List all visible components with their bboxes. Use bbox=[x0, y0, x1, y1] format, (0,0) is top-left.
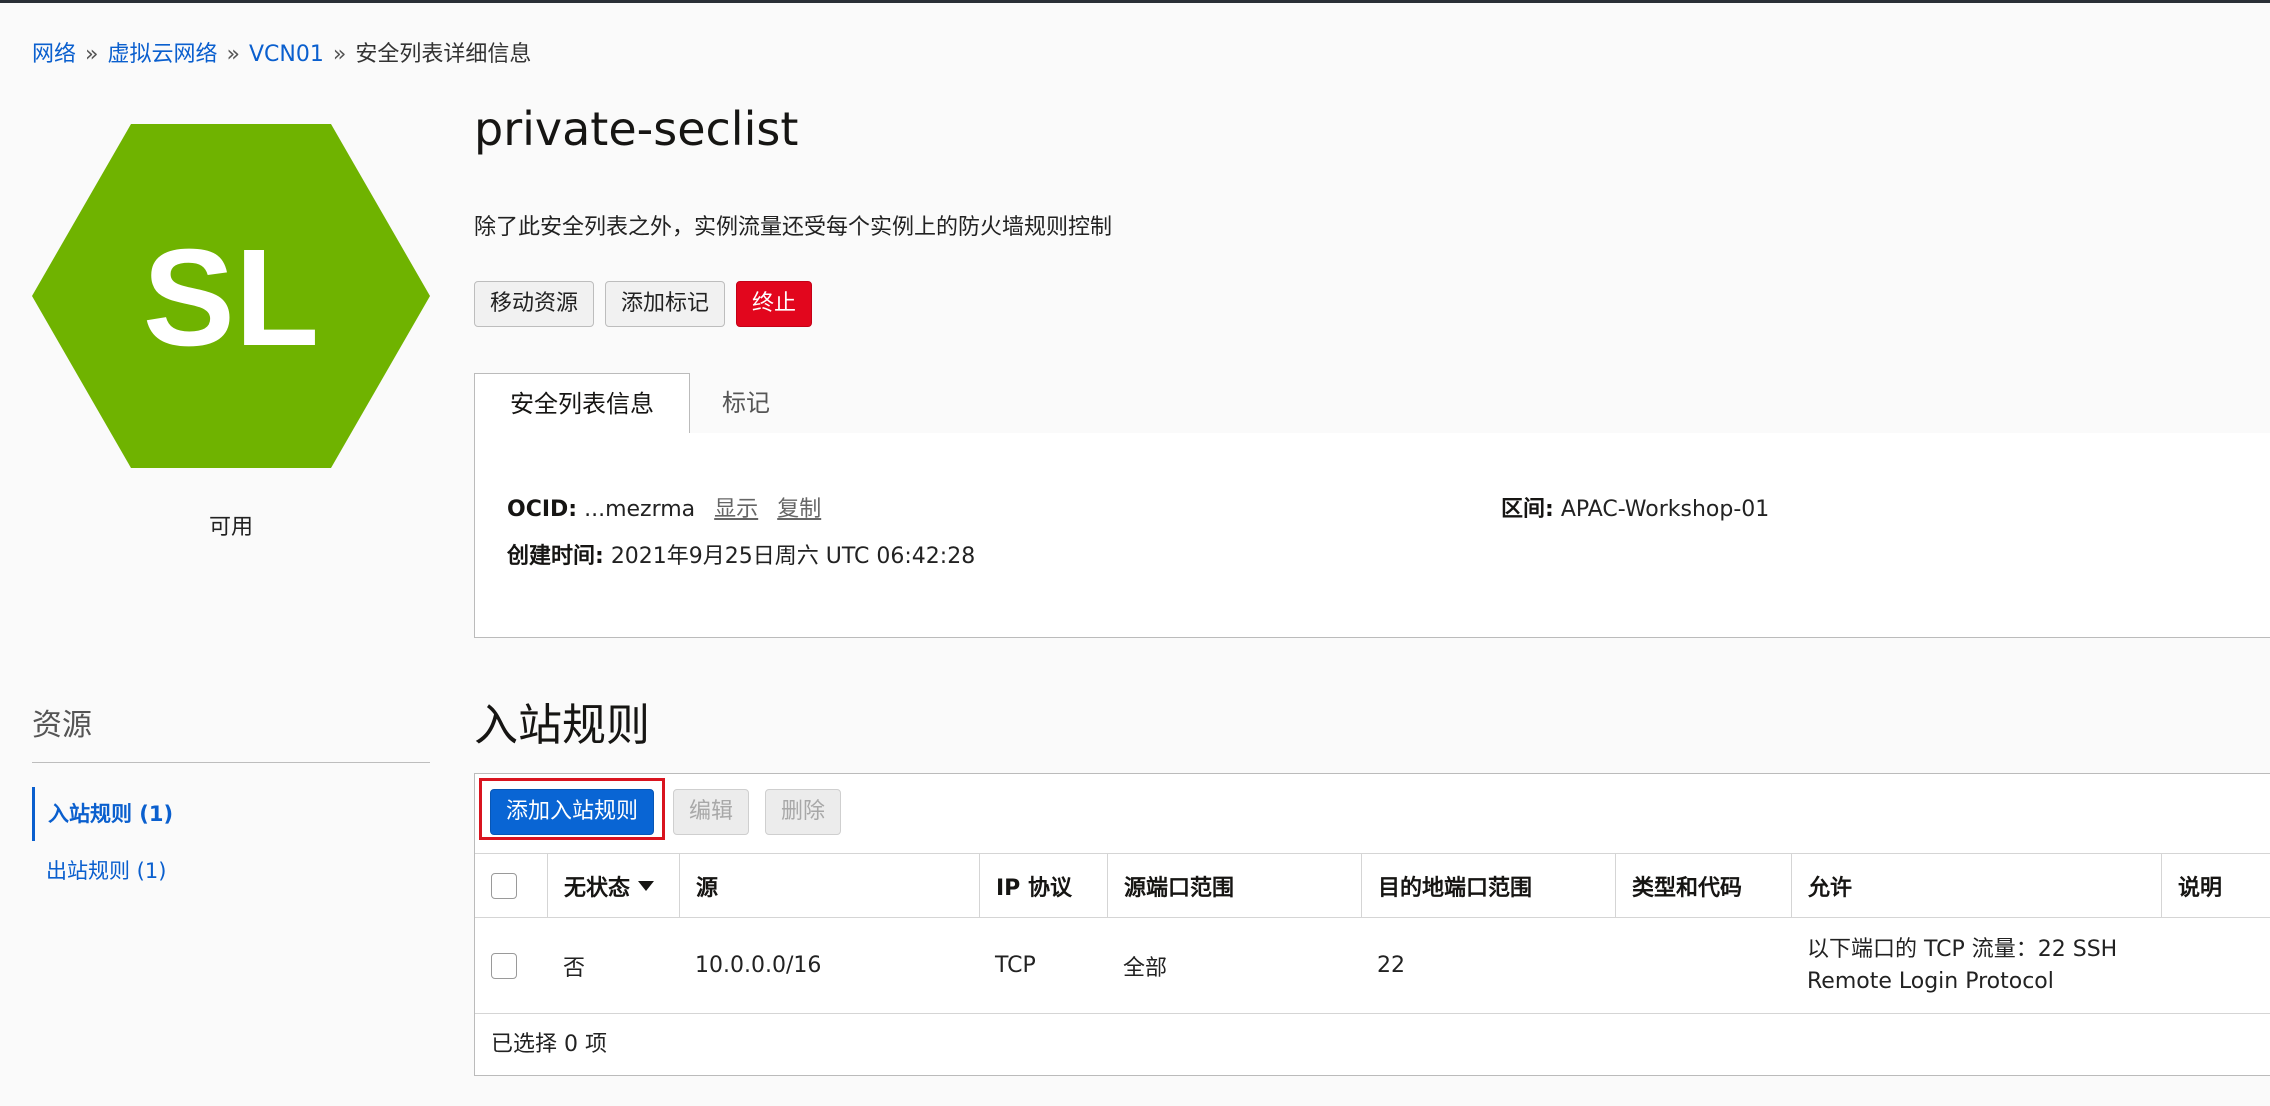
ingress-rules-table: 添加入站规则 编辑 删除 无状态 源 IP 协议 源端口范围 目的地端口范围 类… bbox=[474, 773, 2270, 1076]
security-list-info-panel: OCID: ...mezrma 显示 复制 创建时间: 2021年9月25日周六… bbox=[474, 433, 2270, 638]
table-row: 否 10.0.0.0/16 TCP 全部 22 以下端口的 TCP 流量：22 … bbox=[475, 918, 2270, 1014]
compartment-row: 区间: APAC-Workshop-01 bbox=[1501, 491, 1769, 523]
cell-stateless: 否 bbox=[563, 955, 586, 981]
page-subtitle: 除了此安全列表之外，实例流量还受每个实例上的防火墙规则控制 bbox=[474, 215, 1113, 240]
edit-button[interactable]: 编辑 bbox=[673, 789, 750, 835]
header-checkbox-cell bbox=[475, 854, 547, 917]
breadcrumb-separator: » bbox=[226, 42, 240, 67]
sort-descending-icon bbox=[638, 880, 655, 891]
selection-count: 已选择 0 项 bbox=[491, 1032, 607, 1057]
row-checkbox[interactable] bbox=[491, 952, 517, 979]
ingress-rules-heading: 入站规则 bbox=[474, 700, 650, 751]
cell-source-port-range: 全部 bbox=[1123, 955, 1168, 981]
breadcrumb-separator: » bbox=[332, 42, 347, 67]
column-destination-port-range: 目的地端口范围 bbox=[1361, 854, 1615, 917]
lifecycle-status: 可用 bbox=[208, 515, 253, 540]
column-allows: 允许 bbox=[1791, 854, 2161, 917]
terminate-button[interactable]: 终止 bbox=[736, 281, 813, 327]
column-source: 源 bbox=[679, 854, 979, 917]
row-checkbox-cell bbox=[475, 918, 547, 1013]
show-ocid-link[interactable]: 显示 bbox=[714, 497, 758, 522]
created-row: 创建时间: 2021年9月25日周六 UTC 06:42:28 bbox=[507, 538, 975, 570]
column-description: 说明 bbox=[2161, 854, 2270, 917]
column-stateless-label: 无状态 bbox=[564, 875, 631, 901]
add-tags-button[interactable]: 添加标记 bbox=[605, 281, 726, 327]
cell-destination-port-range: 22 bbox=[1377, 953, 1405, 978]
cell-description bbox=[2161, 918, 2270, 1013]
sidebar-item-egress-rules[interactable]: 出站规则 (1) bbox=[32, 844, 430, 898]
select-all-checkbox[interactable] bbox=[491, 872, 517, 899]
tab-tags[interactable]: 标记 bbox=[722, 373, 770, 433]
cell-allows: 以下端口的 TCP 流量：22 SSH Remote Login Protoco… bbox=[1807, 936, 2118, 994]
breadcrumb-separator: » bbox=[85, 42, 99, 67]
created-value: 2021年9月25日周六 UTC 06:42:28 bbox=[610, 544, 976, 569]
compartment-value: APAC-Workshop-01 bbox=[1560, 497, 1770, 522]
top-border bbox=[0, 0, 2270, 3]
resources-heading: 资源 bbox=[32, 708, 92, 743]
column-source-port-range: 源端口范围 bbox=[1107, 854, 1361, 917]
column-ip-protocol: IP 协议 bbox=[979, 854, 1107, 917]
table-header: 无状态 源 IP 协议 源端口范围 目的地端口范围 类型和代码 允许 说明 bbox=[475, 854, 2270, 918]
move-resource-button[interactable]: 移动资源 bbox=[474, 281, 595, 327]
breadcrumb-link-networking[interactable]: 网络 bbox=[32, 42, 76, 67]
cell-type-and-code bbox=[1615, 918, 1791, 1013]
cell-ip-protocol: TCP bbox=[995, 953, 1036, 978]
detail-tabs: 安全列表信息 标记 bbox=[474, 373, 2270, 434]
created-label: 创建时间: bbox=[507, 544, 604, 569]
compartment-label: 区间: bbox=[1501, 497, 1554, 522]
resource-initials: SL bbox=[143, 221, 319, 375]
page-title: private-seclist bbox=[474, 102, 799, 156]
sidebar-item-ingress-rules[interactable]: 入站规则 (1) bbox=[32, 787, 430, 841]
column-type-and-code: 类型和代码 bbox=[1615, 854, 1791, 917]
breadcrumb-link-vcns[interactable]: 虚拟云网络 bbox=[107, 42, 217, 67]
copy-ocid-link[interactable]: 复制 bbox=[777, 497, 821, 522]
ocid-value: ...mezrma bbox=[584, 497, 696, 522]
breadcrumb: 网络 » 虚拟云网络 » VCN01 » 安全列表详细信息 bbox=[32, 36, 531, 68]
column-stateless[interactable]: 无状态 bbox=[547, 854, 679, 917]
resources-divider bbox=[32, 762, 430, 763]
add-ingress-rule-button[interactable]: 添加入站规则 bbox=[490, 789, 655, 835]
breadcrumb-link-vcn01[interactable]: VCN01 bbox=[249, 42, 324, 67]
tab-security-list-info[interactable]: 安全列表信息 bbox=[474, 373, 690, 434]
action-bar: 移动资源 添加标记 终止 bbox=[474, 281, 813, 327]
cell-source: 10.0.0.0/16 bbox=[695, 953, 822, 978]
breadcrumb-current: 安全列表详细信息 bbox=[355, 42, 532, 67]
ocid-row: OCID: ...mezrma 显示 复制 bbox=[507, 491, 821, 523]
delete-button[interactable]: 删除 bbox=[765, 789, 842, 835]
table-toolbar: 添加入站规则 编辑 删除 bbox=[475, 774, 2270, 854]
resource-hexagon-icon: SL bbox=[32, 124, 430, 468]
ocid-label: OCID: bbox=[507, 497, 578, 522]
